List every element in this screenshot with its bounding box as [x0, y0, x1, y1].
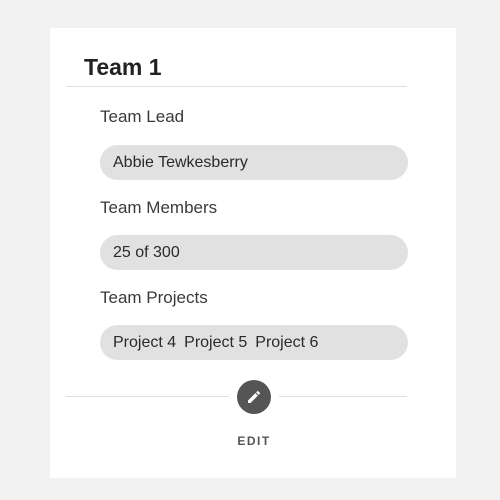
team-lead-field: Abbie Tewkesberry — [100, 145, 408, 180]
team-lead-label: Team Lead — [100, 107, 185, 126]
team-projects-label: Team Projects — [100, 288, 208, 307]
project-tag: Project 6 — [255, 334, 319, 351]
edit-label[interactable]: EDIT — [204, 434, 304, 448]
project-tag: Project 5 — [184, 334, 248, 351]
team-card: Team 1 Team Lead Abbie Tewkesberry Team … — [50, 28, 456, 478]
pencil-icon — [248, 390, 261, 403]
team-members-field: 25 of 300 — [100, 235, 408, 270]
edit-divider-right — [279, 396, 407, 397]
edit-button[interactable] — [237, 380, 271, 414]
project-tag: Project 4 — [113, 334, 177, 351]
card-title: Team 1 — [84, 54, 162, 80]
team-members-label: Team Members — [100, 198, 218, 217]
title-divider — [66, 86, 407, 87]
team-projects-field: Project 4 Project 5 Project 6 — [100, 325, 408, 360]
edit-divider-left — [66, 396, 229, 397]
